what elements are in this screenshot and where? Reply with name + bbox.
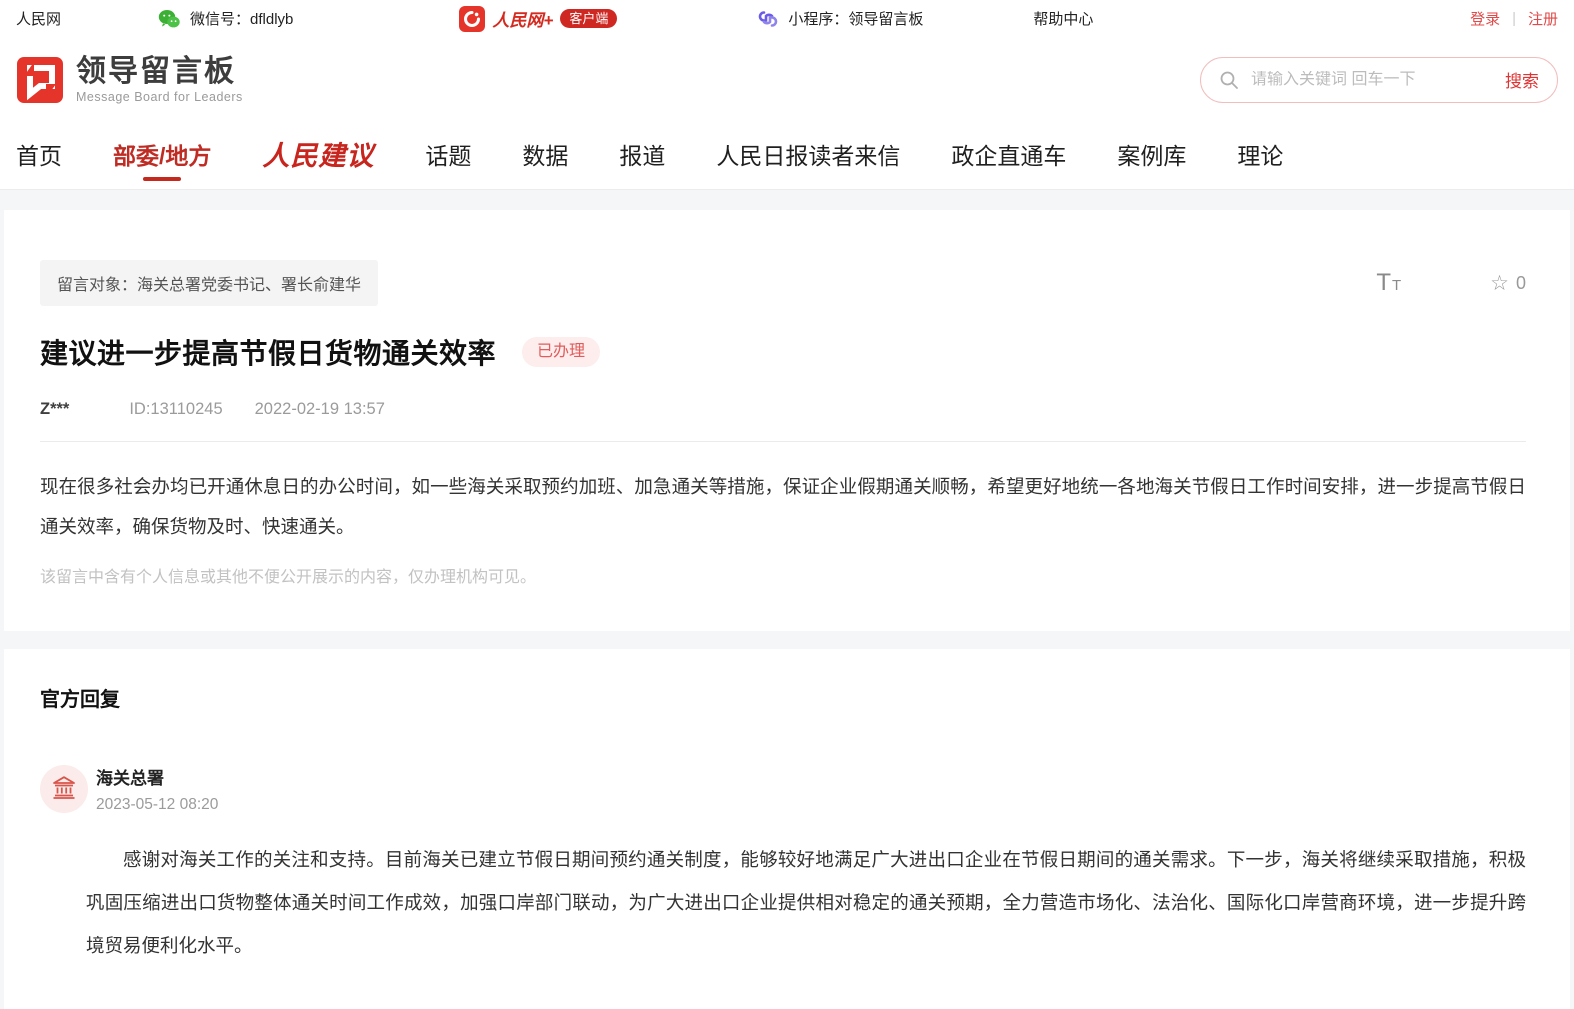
site-logo[interactable]: 领导留言板 Message Board for Leaders bbox=[16, 56, 243, 104]
auth-links: 登录 | 注册 bbox=[1470, 8, 1558, 29]
search-button[interactable]: 搜索 bbox=[1505, 67, 1539, 92]
search-icon bbox=[1219, 70, 1239, 90]
nav-item-home[interactable]: 首页 bbox=[16, 122, 62, 190]
status-badge: 已办理 bbox=[522, 337, 600, 367]
nav-item-peoples-suggestions[interactable]: 人民建议 bbox=[262, 122, 374, 190]
meta-divider bbox=[40, 441, 1526, 442]
message-meta: Z*** ID:13110245 2022-02-19 13:57 bbox=[40, 400, 1526, 419]
search-bar: 搜索 bbox=[1200, 57, 1558, 103]
auth-divider: | bbox=[1512, 10, 1516, 27]
people-app-wordmark: 人民网+ bbox=[492, 6, 553, 31]
reply-section-title: 官方回复 bbox=[40, 683, 1526, 712]
message-id: ID:13110245 bbox=[129, 400, 222, 419]
nav-item-topics[interactable]: 话题 bbox=[425, 122, 471, 190]
nav-item-case-library[interactable]: 案例库 bbox=[1117, 122, 1186, 190]
reply-datetime: 2023-05-12 08:20 bbox=[96, 796, 218, 814]
nav-item-gov-enterprise[interactable]: 政企直通车 bbox=[951, 122, 1066, 190]
search-input[interactable] bbox=[1251, 71, 1505, 89]
logo-subtitle: Message Board for Leaders bbox=[76, 90, 243, 104]
miniprogram-icon bbox=[757, 8, 779, 30]
site-header: 领导留言板 Message Board for Leaders 搜索 bbox=[0, 37, 1574, 122]
font-size-icon[interactable]: TT bbox=[1376, 269, 1402, 297]
message-card: 留言对象：海关总署党委书记、署长俞建华 TT ☆ 0 建议进一步提高节假日货物通… bbox=[4, 210, 1570, 631]
app-promo[interactable]: 人民网+ 客户端 bbox=[459, 6, 617, 32]
nav-item-theory[interactable]: 理论 bbox=[1237, 122, 1283, 190]
message-target-tag: 留言对象：海关总署党委书记、署长俞建华 bbox=[40, 260, 378, 306]
agency-avatar bbox=[40, 765, 88, 813]
app-client-badge: 客户端 bbox=[560, 9, 617, 28]
message-body: 现在很多社会办均已开通休息日的办公时间，如一些海关采取预约加班、加急通关等措施，… bbox=[40, 467, 1526, 547]
people-app-icon bbox=[459, 6, 485, 32]
miniprogram-info[interactable]: 小程序：领导留言板 bbox=[757, 8, 923, 30]
top-utility-bar: 人民网 微信号：dfldlyb 人民网+ 客户端 bbox=[0, 0, 1574, 37]
message-title: 建议进一步提高节假日货物通关效率 bbox=[40, 332, 496, 372]
logo-title: 领导留言板 bbox=[76, 56, 243, 88]
official-reply-card: 官方回复 海关总署 2023-05-12 08:20 感谢对海关工作的关注和 bbox=[4, 649, 1570, 1009]
message-datetime: 2022-02-19 13:57 bbox=[255, 400, 385, 419]
nav-item-reports[interactable]: 报道 bbox=[619, 122, 665, 190]
privacy-note: 该留言中含有个人信息或其他不便公开展示的内容，仅办理机构可见。 bbox=[40, 563, 1526, 587]
peoples-daily-link[interactable]: 人民网 bbox=[16, 8, 61, 29]
favorite-count: 0 bbox=[1516, 273, 1526, 294]
reply-body: 感谢对海关工作的关注和支持。目前海关已建立节假日期间预约通关制度，能够较好地满足… bbox=[86, 838, 1526, 967]
nav-item-reader-letters[interactable]: 人民日报读者来信 bbox=[716, 122, 900, 190]
miniprogram-label: 小程序：领导留言板 bbox=[788, 8, 923, 29]
wechat-info: 微信号：dfldlyb bbox=[157, 7, 293, 31]
primary-nav: 首页 部委/地方 人民建议 话题 数据 报道 人民日报读者来信 政企直通车 案例… bbox=[0, 122, 1574, 190]
nav-item-data[interactable]: 数据 bbox=[522, 122, 568, 190]
message-author: Z*** bbox=[40, 400, 69, 419]
star-icon: ☆ bbox=[1490, 271, 1509, 296]
login-link[interactable]: 登录 bbox=[1470, 8, 1500, 29]
help-center-link[interactable]: 帮助中心 bbox=[1033, 8, 1093, 29]
register-link[interactable]: 注册 bbox=[1528, 8, 1558, 29]
wechat-icon bbox=[157, 7, 181, 31]
agency-name: 海关总署 bbox=[96, 764, 218, 789]
wechat-id-label: 微信号：dfldlyb bbox=[190, 8, 293, 29]
message-board-logo-icon bbox=[16, 56, 64, 104]
nav-item-ministries-localities[interactable]: 部委/地方 bbox=[113, 122, 211, 190]
favorite-button[interactable]: ☆ 0 bbox=[1490, 271, 1526, 296]
government-building-icon bbox=[51, 774, 77, 805]
